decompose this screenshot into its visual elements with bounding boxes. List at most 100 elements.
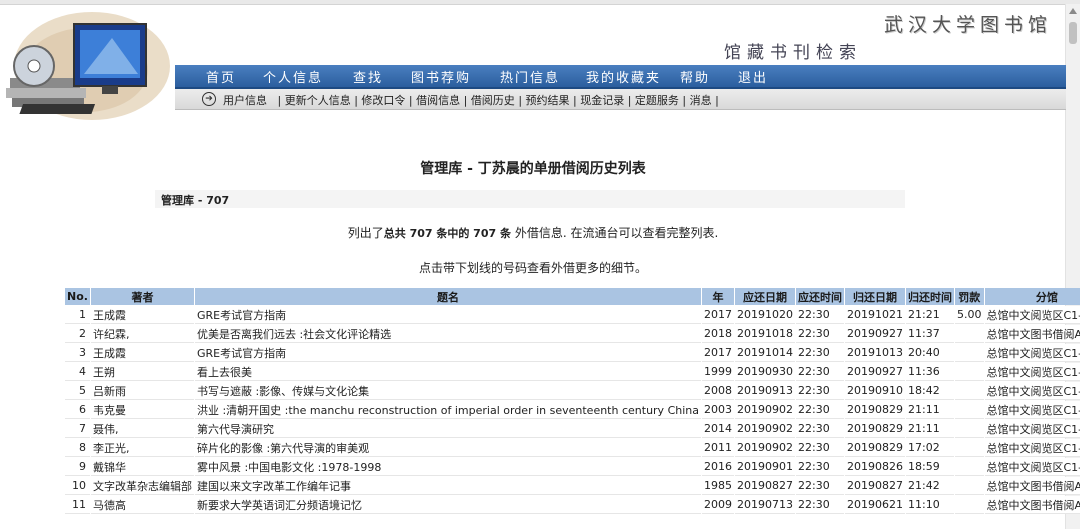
cell-no[interactable]: 11 (65, 496, 90, 514)
col-header-return-time: 归还时间 (906, 288, 954, 305)
cell-return-time: 11:37 (906, 325, 954, 343)
cell-due-time: 22:30 (796, 382, 844, 400)
nav-book-recommend[interactable]: 图书荐购 (411, 67, 471, 86)
cell-title: 看上去很美 (194, 363, 701, 381)
cell-due-date: 20190930 (735, 363, 795, 381)
cell-due-time: 22:30 (796, 306, 844, 324)
cell-fine (955, 363, 984, 381)
nav-personal-info[interactable]: 个人信息 (263, 67, 323, 86)
cell-title: 建国以来文字改革工作编年记事 (194, 477, 701, 495)
subnav-loan-history[interactable]: 借阅历史 (471, 94, 515, 107)
scroll-up-arrow-icon[interactable] (1069, 8, 1077, 14)
library-label: 管理库 - 707 (161, 194, 230, 207)
cell-fine (955, 458, 984, 476)
cell-no[interactable]: 2 (65, 325, 90, 343)
cell-branch: 总馆中文阅览区C1-C4 (984, 306, 1080, 324)
cell-return-date: 20190829 (845, 401, 905, 419)
cell-no[interactable]: 8 (65, 439, 90, 457)
nav-home[interactable]: 首页 (206, 67, 236, 86)
site-title: 武汉大学图书馆 (883, 14, 1052, 36)
subnav-sdi-service[interactable]: 定题服务 (635, 94, 679, 107)
table-row: 9 戴锦华 雾中风景 :中国电影文化 :1978-1998 2016 20190901 2… (65, 458, 1080, 476)
cell-return-time: 20:40 (906, 344, 954, 362)
cell-no[interactable]: 7 (65, 420, 90, 438)
subnav-loan-info[interactable]: 借阅信息 (416, 94, 460, 107)
cell-title: 洪业 :清朝开国史 :the manchu reconstruction of … (194, 401, 701, 419)
nav-search[interactable]: 查找 (353, 67, 383, 86)
cell-due-date: 20190902 (735, 401, 795, 419)
cell-due-date: 20190902 (735, 439, 795, 457)
cell-year: 2008 (702, 382, 734, 400)
subnav-change-password[interactable]: 修改口令 (361, 94, 405, 107)
cell-due-time: 22:30 (796, 458, 844, 476)
cell-no[interactable]: 5 (65, 382, 90, 400)
cell-no[interactable]: 10 (65, 477, 90, 495)
col-header-due-time: 应还时间 (796, 288, 844, 305)
cell-no[interactable]: 4 (65, 363, 90, 381)
cell-return-date: 20190621 (845, 496, 905, 514)
cell-author: 吕新雨 (90, 382, 194, 400)
cell-author: 聂伟, (90, 420, 194, 438)
table-row: 1 王成霞 GRE考试官方指南 2017 20191020 22:30 20191021 21… (65, 306, 1080, 324)
cell-due-time: 22:30 (796, 439, 844, 457)
cell-author: 韦克曼 (90, 401, 194, 419)
subnav-cash-records[interactable]: 现金记录 (580, 94, 624, 107)
cell-no[interactable]: 9 (65, 458, 90, 476)
cell-fine (955, 439, 984, 457)
cell-no[interactable]: 3 (65, 344, 90, 362)
hint-text: 点击带下划线的号码查看外借更多的细节。 (418, 261, 647, 275)
cell-fine (955, 401, 984, 419)
subnav-messages[interactable]: 消息 (690, 94, 712, 107)
scroll-thumb[interactable] (1069, 22, 1077, 44)
col-header-due-date: 应还日期 (735, 288, 795, 305)
nav-logout[interactable]: 退出 (738, 67, 768, 86)
main-navbar: 首页 个人信息 查找 图书荐购 热门信息 我的收藏夹 帮助 退出 (175, 65, 1066, 89)
table-row: 5 吕新雨 书写与遮蔽 :影像、传媒与文化论集 2008 20190913 22:30 20… (65, 382, 1080, 400)
cell-author: 王成霞 (90, 344, 194, 362)
cell-due-time: 22:30 (796, 420, 844, 438)
nav-popular[interactable]: 热门信息 (500, 67, 560, 86)
cell-year: 2016 (702, 458, 734, 476)
cell-year: 1999 (702, 363, 734, 381)
cell-year: 2009 (702, 496, 734, 514)
subnav-reservations[interactable]: 预约结果 (526, 94, 570, 107)
cell-due-date: 20190913 (735, 382, 795, 400)
browser-top-edge (0, 0, 1080, 5)
cell-no[interactable]: 1 (65, 306, 90, 324)
subnav-update-info[interactable]: 更新个人信息 (285, 94, 351, 107)
cell-no[interactable]: 6 (65, 401, 90, 419)
col-header-return-date: 归还日期 (845, 288, 905, 305)
loan-history-table: No. 著者 题名 年 应还日期 应还时间 归还日期 归还时间 罚款 分馆 1王… (64, 287, 1080, 515)
cell-author: 许纪霖, (90, 325, 194, 343)
cell-due-date: 20190827 (735, 477, 795, 495)
nav-help[interactable]: 帮助 (680, 67, 710, 86)
cell-return-time: 18:42 (906, 382, 954, 400)
subnav-user-info[interactable]: 用户信息 (223, 94, 267, 107)
cell-author: 王成霞 (90, 306, 194, 324)
table-row: 7 聂伟, 第六代导演研究 2014 20190902 22:30 20190829 21:1… (65, 420, 1080, 438)
cell-title: 书写与遮蔽 :影像、传媒与文化论集 (194, 382, 701, 400)
cell-branch: 总馆中文阅览区C1-C4 (984, 420, 1080, 438)
table-row: 2 许纪霖, 优美是否离我们远去 :社会文化评论精选 2018 20191018 22:3… (65, 325, 1080, 343)
nav-favorites[interactable]: 我的收藏夹 (586, 67, 661, 86)
cell-author: 李正光, (90, 439, 194, 457)
cell-return-date: 20190927 (845, 363, 905, 381)
cell-due-date: 20190902 (735, 420, 795, 438)
cell-fine (955, 382, 984, 400)
cell-year: 2014 (702, 420, 734, 438)
cell-return-time: 21:11 (906, 401, 954, 419)
cell-title: GRE考试官方指南 (194, 306, 701, 324)
table-row: 4 王朔 看上去很美 1999 20190930 22:30 20190927 11:36 总馆… (65, 363, 1080, 381)
cell-return-date: 20191021 (845, 306, 905, 324)
summary-suffix: 外借信息. 在流通台可以查看完整列表. (514, 226, 719, 240)
col-header-year: 年 (702, 288, 734, 305)
col-header-title: 题名 (194, 288, 701, 305)
cell-branch: 总馆中文阅览区C1-C4 (984, 458, 1080, 476)
cell-due-date: 20191014 (735, 344, 795, 362)
cell-branch: 总馆中文阅览区C1-C4 (984, 344, 1080, 362)
cell-year: 2017 (702, 306, 734, 324)
cell-fine (955, 344, 984, 362)
cell-return-time: 17:02 (906, 439, 954, 457)
cell-return-date: 20190927 (845, 325, 905, 343)
cell-author: 王朔 (90, 363, 194, 381)
